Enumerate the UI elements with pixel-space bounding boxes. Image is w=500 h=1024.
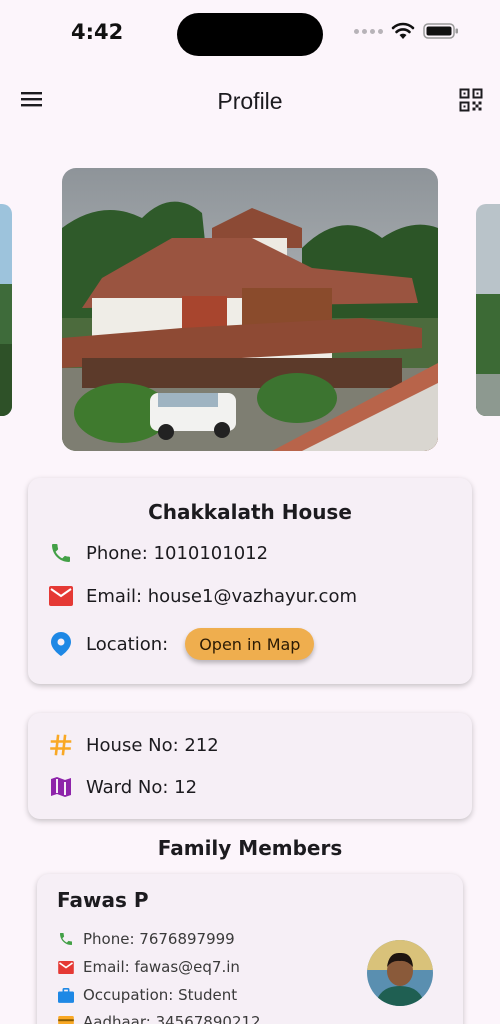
app-bar: Profile (0, 66, 500, 136)
house-location-row: Location: Open in Map (48, 628, 315, 660)
ward-no-row: Ward No: 12 (48, 774, 197, 800)
member-name: Fawas P (57, 888, 149, 912)
hash-icon (48, 732, 74, 758)
qr-code-button[interactable] (459, 88, 485, 114)
photo-carousel[interactable] (0, 168, 500, 451)
open-in-map-button[interactable]: Open in Map (185, 628, 315, 660)
location-label: Location: (86, 633, 169, 655)
location-pin-icon (48, 631, 74, 657)
member-occupation: Occupation: Student (83, 986, 238, 1004)
house-phone-row[interactable]: Phone: 1010101012 (48, 540, 268, 566)
page-title: Profile (217, 88, 283, 114)
id-card-icon (57, 1013, 75, 1024)
ward-no: Ward No: 12 (86, 776, 198, 798)
phone-icon (48, 540, 74, 566)
next-photo[interactable] (476, 204, 500, 416)
qr-code-icon (459, 88, 483, 112)
house-name: Chakkalath House (148, 500, 352, 524)
family-members-title: Family Members (157, 836, 343, 860)
status-icons (354, 22, 459, 40)
dynamic-island (177, 13, 323, 56)
house-email: Email: house1@vazhayur.com (86, 585, 358, 607)
house-number-card: House No: 212 Ward No: 12 (28, 713, 472, 819)
member-card[interactable]: Fawas P Phone: 7676897999 Email: fawas@e… (37, 874, 463, 1024)
member-avatar[interactable] (367, 940, 433, 1006)
house-no: House No: 212 (86, 734, 219, 756)
email-icon (48, 583, 74, 609)
previous-photo[interactable] (0, 204, 12, 416)
briefcase-icon (57, 986, 75, 1004)
email-icon (57, 958, 75, 976)
member-aadhaar-row: Aadhaar: 34567890212 (57, 1013, 261, 1024)
house-phone: Phone: 1010101012 (86, 542, 269, 564)
member-email-row[interactable]: Email: fawas@eq7.in (57, 958, 240, 976)
house-no-row: House No: 212 (48, 732, 219, 758)
phone-icon (57, 930, 75, 948)
battery-icon (423, 23, 458, 39)
map-icon (48, 774, 74, 800)
status-time: 4:42 (71, 20, 124, 44)
wifi-icon (391, 22, 415, 39)
house-info-card: Chakkalath House Phone: 1010101012 Email… (28, 478, 472, 684)
signal-icon (354, 28, 383, 34)
member-email: Email: fawas@eq7.in (83, 958, 240, 976)
house-email-row[interactable]: Email: house1@vazhayur.com (48, 583, 357, 609)
status-bar: 4:42 (0, 0, 500, 66)
house-photo[interactable] (62, 168, 438, 451)
member-occupation-row: Occupation: Student (57, 986, 237, 1004)
member-phone-row[interactable]: Phone: 7676897999 (57, 930, 235, 948)
member-aadhaar: Aadhaar: 34567890212 (83, 1013, 261, 1024)
member-phone: Phone: 7676897999 (83, 930, 235, 948)
